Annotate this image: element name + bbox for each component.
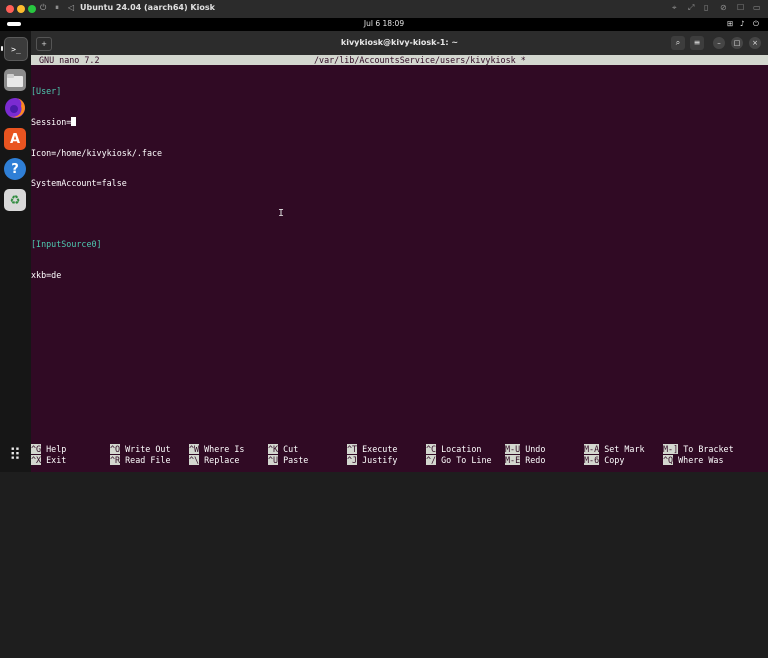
editor-line: Session= <box>31 117 768 127</box>
capture-icon[interactable]: ⌖ <box>672 3 677 13</box>
folder-icon <box>7 73 23 87</box>
volume-icon[interactable]: ♪ <box>740 19 745 28</box>
terminal-header: + kivykiosk@kivy-kiosk-1: ~ ⌕ ≡ – □ × <box>31 31 768 55</box>
firefox-icon <box>5 97 25 118</box>
ibeam-cursor-icon: I <box>278 208 285 219</box>
network-icon[interactable]: ⊞ <box>727 19 733 28</box>
editor-line: xkb=de <box>31 269 62 280</box>
shortcut-redo[interactable]: M-E Redo <box>505 454 545 465</box>
shortcut-exit[interactable]: ^X Exit <box>31 454 66 465</box>
search-icon[interactable]: ⌕ <box>671 36 685 50</box>
nano-filename: /var/lib/AccountsService/users/kivykiosk… <box>314 55 526 65</box>
shortcut-where-was[interactable]: ^Q Where Was <box>663 454 724 465</box>
shortcut-execute[interactable]: ^T Execute <box>347 444 397 454</box>
shortcut-read-file[interactable]: ^R Read File <box>110 454 171 465</box>
files-app-icon[interactable] <box>4 69 26 91</box>
trash-icon[interactable]: ♻ <box>4 189 26 211</box>
pause-icon[interactable]: ⏸ <box>55 3 59 13</box>
minimize-window-button[interactable] <box>17 5 25 13</box>
vm-titlebar: ⏻ ⏸ ◁ Ubuntu 24.04 (aarch64) Kiosk ⌖ ⤢ ▯… <box>0 0 768 18</box>
shortcut-where-is[interactable]: ^W Where Is <box>189 444 244 454</box>
close-window-button[interactable] <box>6 5 14 13</box>
clock[interactable]: Jul 6 18:09 <box>0 19 768 28</box>
shortcut-replace[interactable]: ^\ Replace <box>189 454 239 465</box>
editor-line: SystemAccount=false <box>31 178 127 189</box>
vm-title: Ubuntu 24.04 (aarch64) Kiosk <box>80 3 215 12</box>
nano-shortcuts: ^G Help ^O Write Out ^W Where Is ^K Cut … <box>31 444 768 658</box>
editor-line-text: Session= <box>31 117 72 127</box>
menu-icon[interactable]: ≡ <box>690 36 704 50</box>
resize-icon[interactable]: ⤢ <box>688 3 694 13</box>
firefox-app-icon[interactable] <box>4 97 26 119</box>
nano-version: GNU nano 7.2 <box>39 55 100 65</box>
shortcut-go-to-line[interactable]: ^/ Go To Line <box>426 454 492 465</box>
editor-line: [User] <box>31 86 62 97</box>
help-app-icon[interactable]: ? <box>4 158 26 180</box>
device-icon[interactable]: ▯ <box>704 3 708 12</box>
power-icon[interactable]: ⏻ <box>40 3 46 13</box>
app-center-icon[interactable]: A <box>4 128 26 150</box>
editor-line: [InputSource0] <box>31 239 102 250</box>
power-menu-icon[interactable]: ⏻ <box>753 19 759 29</box>
editor-content[interactable]: [User] Session= Icon=/home/kivykiosk/.fa… <box>31 66 768 301</box>
minimize-icon[interactable]: – <box>713 37 725 49</box>
shortcut-help[interactable]: ^G Help <box>31 444 66 454</box>
shortcut-to-bracket[interactable]: M-] To Bracket <box>663 444 734 454</box>
shortcut-paste[interactable]: ^U Paste <box>268 454 308 465</box>
running-indicator <box>1 46 3 51</box>
shortcut-undo[interactable]: M-U Undo <box>505 444 545 454</box>
fullscreen-icon[interactable]: ▭ <box>753 3 761 12</box>
nano-title-bar: GNU nano 7.2 /var/lib/AccountsService/us… <box>31 55 768 65</box>
back-icon[interactable]: ◁ <box>68 3 74 12</box>
zoom-window-button[interactable] <box>28 5 36 13</box>
terminal-app-icon[interactable]: >_ <box>4 37 28 61</box>
shortcut-write-out[interactable]: ^O Write Out <box>110 444 171 454</box>
dock: >_ A ? ♻ ⠿ <box>0 31 31 472</box>
terminal-window: + kivykiosk@kivy-kiosk-1: ~ ⌕ ≡ – □ × GN… <box>31 31 768 472</box>
shortcut-location[interactable]: ^C Location <box>426 444 481 454</box>
show-apps-icon[interactable]: ⠿ <box>5 445 25 465</box>
gnome-top-bar: Jul 6 18:09 ⊞ ♪ ⏻ <box>0 18 768 31</box>
shortcut-copy[interactable]: M-6 Copy <box>584 454 624 465</box>
window-icon[interactable]: ☐ <box>737 3 744 12</box>
terminal-title: kivykiosk@kivy-kiosk-1: ~ <box>340 38 459 47</box>
editor-line: Icon=/home/kivykiosk/.face <box>31 147 163 158</box>
shortcut-set-mark[interactable]: M-A Set Mark <box>584 444 645 454</box>
maximize-icon[interactable]: □ <box>731 37 743 49</box>
settings-icon[interactable]: ⊘ <box>720 3 727 12</box>
shortcut-justify[interactable]: ^J Justify <box>347 454 397 465</box>
text-cursor <box>71 117 77 126</box>
shortcut-cut[interactable]: ^K Cut <box>268 444 298 454</box>
close-icon[interactable]: × <box>749 37 761 49</box>
